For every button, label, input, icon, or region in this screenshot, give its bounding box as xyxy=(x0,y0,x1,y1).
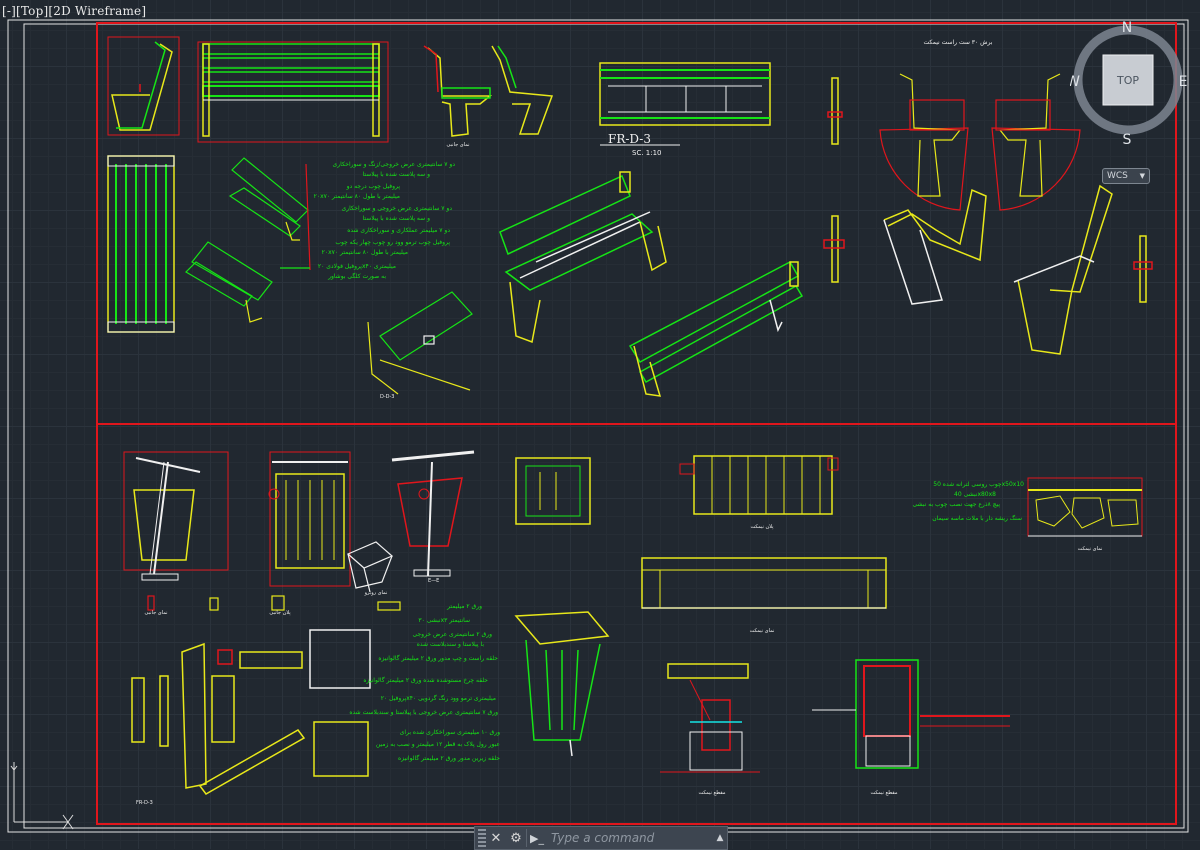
svg-text:و سه پلاست شده با پیلاستا: و سه پلاست شده با پیلاستا xyxy=(363,215,430,222)
svg-text:مقطع نیمکت: مقطع نیمکت xyxy=(698,790,725,796)
svg-text:سنگ ریشه دار با ملات ماسه سیما: سنگ ریشه دار با ملات ماسه سیمان xyxy=(932,514,1022,522)
bin-section-mark: E—E xyxy=(428,578,439,584)
rotation-caption: برش ۳۰ ست راست نیمکت xyxy=(924,39,993,46)
joint-detail xyxy=(367,291,473,395)
drag-handle-icon[interactable] xyxy=(478,829,486,847)
viewcube-face-label: TOP xyxy=(1116,74,1139,87)
svg-text:نمای جانبی: نمای جانبی xyxy=(447,142,470,148)
viewcube[interactable]: TOP N S W E xyxy=(1066,18,1188,148)
bench-iso-main xyxy=(499,171,667,344)
bench-rotation-detail xyxy=(879,73,1081,211)
notes-top: دو ۷ سانتیمتری عرض خروجی/زنگ و سوراخکاری… xyxy=(314,160,456,280)
bench-leg-iso xyxy=(883,184,1113,355)
svg-text:نمای روبرو: نمای روبرو xyxy=(364,590,388,596)
svg-text:چوب روسی لترانه شده 50x50x10: چوب روسی لترانه شده 50x50x10 xyxy=(933,481,1024,488)
svg-text:دو ۷ سانتیمتری عرض خروجی و سور: دو ۷ سانتیمتری عرض خروجی و سوراخکاری xyxy=(342,205,453,212)
wrench-settings-icon[interactable]: ⚙ xyxy=(506,828,526,848)
notes-paving: چوب روسی لترانه شده 50x50x10 نبشی 40x80x… xyxy=(913,481,1025,522)
chevron-down-icon: ▼ xyxy=(1139,172,1145,180)
svg-text:پروفیل فولادی ۲۰x۴۰ میلیمتری: پروفیل فولادی ۲۰x۴۰ میلیمتری xyxy=(318,263,396,270)
joint-detail-mark: D-D-3 xyxy=(380,394,395,400)
bin-components xyxy=(131,629,371,795)
bin-plan-view xyxy=(515,457,591,525)
paving-section xyxy=(1027,477,1143,537)
compass-north[interactable]: N xyxy=(1122,20,1132,36)
foundation-section-2 xyxy=(812,659,1010,769)
command-line[interactable]: ✕ ⚙ ▶_ ▲ xyxy=(474,826,728,850)
svg-text:به صورت کلگی بوشاور: به صورت کلگی بوشاور xyxy=(327,272,386,280)
svg-text:ورق ۱۰ میلیمتری سوراخکاری شده: ورق ۱۰ میلیمتری سوراخکاری شده برای xyxy=(400,729,500,736)
svg-text:نمای نیمکت: نمای نیمکت xyxy=(1078,546,1103,552)
bench-long-elevation xyxy=(641,557,887,609)
command-prompt-icon: ▶_ xyxy=(526,829,547,847)
captions: نمای جانبی نمای روبرو پلان نیمکت نمای نی… xyxy=(145,142,1103,796)
compass-east[interactable]: E xyxy=(1179,74,1188,90)
svg-text:نمای جانبی: نمای جانبی xyxy=(145,610,168,616)
svg-text:پروفیل چوب ترمو وود رو چوب چها: پروفیل چوب ترمو وود رو چوب چهار یکه چوب xyxy=(335,239,450,246)
svg-text:حلقه راست و چپ مدور ورق ۲ میلی: حلقه راست و چپ مدور ورق ۲ میلیمتر گالوان… xyxy=(378,654,498,662)
compass-south[interactable]: S xyxy=(1123,132,1132,148)
svg-text:نبشی ۳۰x۳ سانتیمتر: نبشی ۳۰x۳ سانتیمتر xyxy=(418,617,470,624)
bin-component-mark: FR-D-3 xyxy=(136,800,153,806)
bench-elevation-bottom xyxy=(679,455,839,515)
paper-outline xyxy=(7,19,1189,833)
svg-text:مقطع نیمکت: مقطع نیمکت xyxy=(870,790,897,796)
command-input[interactable] xyxy=(547,829,713,847)
svg-text:با پیلاستا و سندبلاست شده: با پیلاستا و سندبلاست شده xyxy=(417,641,485,648)
svg-text:حلقه زیرین مدور ورق ۲ میلیمتر: حلقه زیرین مدور ورق ۲ میلیمتر گالوانیزه xyxy=(398,754,500,762)
bin-front-view xyxy=(123,451,229,581)
svg-text:پلان جانبی: پلان جانبی xyxy=(269,610,291,616)
bench-front-view xyxy=(197,41,389,143)
svg-text:پلان نیمکت: پلان نیمکت xyxy=(750,524,774,530)
svg-text:دو ۷ میلیمتر عملکاری و سوراخکا: دو ۷ میلیمتر عملکاری و سوراخکاری شده xyxy=(347,227,450,234)
svg-text:۲۰x۷۰ میلیمتر با طول ۸۰ سانتیم: ۲۰x۷۰ میلیمتر با طول ۸۰ سانتیمتر xyxy=(314,193,400,200)
command-history-arrow-icon[interactable]: ▲ xyxy=(713,833,727,843)
bench-side-details xyxy=(423,45,554,137)
svg-text:ورق ۲ میلیمتر: ورق ۲ میلیمتر xyxy=(446,603,482,610)
svg-text:دو ۷ سانتیمتری عرض خروجی/زنگ و: دو ۷ سانتیمتری عرض خروجی/زنگ و سوراخکاری xyxy=(333,160,456,168)
ucs-icon xyxy=(10,762,74,830)
svg-text:پیچ ۸ذرع جهت نصب چوب به نبشی: پیچ ۸ذرع جهت نصب چوب به نبشی xyxy=(913,501,1001,508)
close-icon[interactable]: ✕ xyxy=(486,828,506,848)
cad-drawing[interactable]: FR-D-3 SC. 1:10 برش ۳۰ ست راست نیمکت دو … xyxy=(0,0,1200,849)
svg-text:۲۰x۷۰ میلیمتر با طول ۸۰ سانتیم: ۲۰x۷۰ میلیمتر با طول ۸۰ سانتیمتر xyxy=(322,249,408,256)
bin-iso-small xyxy=(346,541,394,593)
svg-text:پروفیل چوب درجه دو: پروفیل چوب درجه دو xyxy=(346,183,401,190)
svg-text:عبور رول پلاک به قطر ۱۲ میلیمت: عبور رول پلاک به قطر ۱۲ میلیمتر و نصب به… xyxy=(376,740,500,748)
svg-text:ورق ۲ سانتیمتری عرض خروجی: ورق ۲ سانتیمتری عرض خروجی xyxy=(412,631,492,638)
svg-text:حلقه چرخ مستوشده شده ورق ۲ میل: حلقه چرخ مستوشده شده ورق ۲ میلیمتر گالوا… xyxy=(363,676,488,684)
viewport-controls-label[interactable]: [-][Top][2D Wireframe] xyxy=(2,4,146,18)
detail-title: FR-D-3 xyxy=(608,132,651,146)
compass-west[interactable]: W xyxy=(1066,74,1080,90)
bench-long-plan xyxy=(107,155,175,333)
bin-section-view xyxy=(391,450,475,577)
svg-text:پروفیل ۲۰x۴۰ میلیمتری ترمو وود: پروفیل ۲۰x۴۰ میلیمتری ترمو وود رنگ گردوی… xyxy=(381,694,496,702)
foundation-section-1 xyxy=(660,663,760,773)
wcs-menu-button[interactable]: WCS ▼ xyxy=(1102,168,1150,184)
small-section-marks xyxy=(147,595,401,611)
svg-text:نمای نیمکت: نمای نیمکت xyxy=(750,628,775,634)
detail-scale: SC. 1:10 xyxy=(632,149,662,157)
bench-iso-secondary xyxy=(628,260,804,397)
bin-iso-view xyxy=(514,611,610,757)
bench-side-view xyxy=(107,36,180,136)
notes-bin: ورق ۲ میلیمتر نبشی ۳۰x۳ سانتیمتر ورق ۲ س… xyxy=(349,603,500,762)
svg-text:نبشی 40x80x8: نبشی 40x80x8 xyxy=(954,491,996,498)
svg-text:ورق ۷ سانتیمتری عرض خروجی با پ: ورق ۷ سانتیمتری عرض خروجی با پیلاستا و س… xyxy=(349,709,498,716)
bench-iso-small xyxy=(185,157,311,323)
bin-side-view xyxy=(268,451,351,587)
svg-text:و سه پلاست شده با پیلاستا: و سه پلاست شده با پیلاستا xyxy=(363,171,430,178)
wcs-label: WCS xyxy=(1107,171,1128,181)
